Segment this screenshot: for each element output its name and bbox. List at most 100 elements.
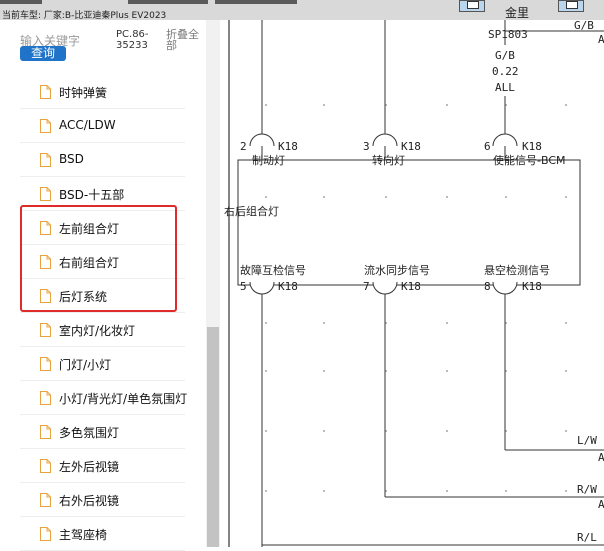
document-icon [40,119,51,133]
grid-dot [565,490,567,492]
scrollbar[interactable] [206,20,220,547]
connector-pin [249,133,275,147]
connector-id: K18 [522,280,542,293]
grid-dot [565,430,567,432]
top-toolbar: 当前车型: 厂家:B-比亚迪秦Plus EV2023 金里 [0,0,604,20]
grid-dot [446,490,448,492]
pin-function: 转向灯 [372,153,405,167]
wiring-diagram: G/B A SP1803 G/B 0.22 ALL 2 K18 制动灯 3 K1… [222,20,604,547]
wire-label: R/W [577,483,597,496]
sidebar-item[interactable]: 右外后视镜 [20,484,185,517]
sidebar-item[interactable]: 门灯/小灯 [20,348,185,381]
document-icon [40,323,51,337]
sidebar-item-label: 门灯/小灯 [59,358,112,372]
document-icon [40,153,51,167]
document-icon [40,357,51,371]
window-icon[interactable] [558,0,584,12]
document-icon [40,85,51,99]
window-label: 金里 [505,6,530,20]
grid-dot [323,370,325,372]
pin-label: A [598,498,604,511]
window-icon[interactable] [459,0,485,12]
grid-dot [265,370,267,372]
grid-dot [505,196,507,198]
doc-code: PC.86-35233 [116,29,149,51]
connector-id: K18 [278,140,298,153]
grid-dot [446,430,448,432]
sidebar-item[interactable]: 小灯/背光灯/单色氛围灯 [20,382,188,415]
sidebar-item-label: BSD-十五部 [59,188,125,202]
wire-all-label: ALL [495,81,515,94]
wire-label: L/W [577,434,597,447]
grid-dot [323,430,325,432]
grid-dot [565,196,567,198]
pin-number: 6 [484,140,491,153]
wire-label: G/B [574,20,594,32]
sidebar: 输入关键字 查询 PC.86-35233 折叠全部 时钟弹簧 ACC/LDW BSD… [0,20,222,551]
grid-dot [265,322,267,324]
connector-pin [372,133,398,147]
document-icon [40,187,51,201]
wire-size-label: 0.22 [492,65,519,78]
highlight-box [20,205,177,312]
sidebar-item[interactable]: 主驾座椅 [20,518,185,551]
document-icon [40,391,51,405]
connector-id: K18 [401,280,421,293]
grid-dot [265,430,267,432]
grid-dot [265,196,267,198]
toolbar-button-stub[interactable] [215,0,297,4]
wire-label: R/L [577,531,597,544]
connector-id: K18 [278,280,298,293]
document-icon [40,459,51,473]
sidebar-item[interactable]: 左外后视镜 [20,450,185,483]
module-label: 右后组合灯 [224,204,279,218]
sidebar-item[interactable]: 多色氛围灯 [20,416,185,449]
sidebar-item-label: 右外后视镜 [59,494,120,508]
grid-dot [565,322,567,324]
grid-dot [446,322,448,324]
sidebar-item[interactable]: 时钟弹簧 [20,76,185,109]
pin-function: 使能信号-BCM [493,153,566,167]
grid-dot [385,196,387,198]
pin-number: 5 [240,280,247,293]
grid-dot [446,104,448,106]
sidebar-item[interactable]: 室内灯/化妆灯 [20,314,185,347]
connector-pin [492,133,518,147]
pin-function: 流水同步信号 [364,263,430,277]
grid-dot [323,490,325,492]
sidebar-item-label: 室内灯/化妆灯 [59,324,136,338]
grid-dot [265,104,267,106]
pin-label: A [598,451,604,464]
wire-color-label: G/B [495,49,515,62]
document-icon [40,527,51,541]
splice-label: SP1803 [488,28,528,41]
connector-pin [249,281,275,295]
pin-function: 悬空检测信号 [484,263,550,277]
sidebar-item-label: 多色氛围灯 [59,426,120,440]
pin-number: 2 [240,140,247,153]
sidebar-item-label: 时钟弹簧 [59,86,108,100]
scrollbar-thumb[interactable] [207,327,219,547]
grid-dot [565,370,567,372]
pin-function: 故障互检信号 [240,263,306,277]
sidebar-item-label: 左外后视镜 [59,460,120,474]
grid-dot [446,370,448,372]
collapse-all-button[interactable]: 折叠全部 [166,29,206,51]
pin-label: A [598,33,604,46]
connector-pin [492,281,518,295]
connector-id: K18 [401,140,421,153]
pin-number: 3 [363,140,370,153]
grid-dot [323,196,325,198]
sidebar-item-label: 小灯/背光灯/单色氛围灯 [59,392,188,406]
sidebar-item[interactable]: BSD [20,144,185,177]
sidebar-item-label: 主驾座椅 [59,528,108,542]
toolbar-button-stub[interactable] [0,0,42,4]
wiring-diagram-svg: G/B A SP1803 G/B 0.22 ALL 2 K18 制动灯 3 K1… [224,20,604,547]
search-button[interactable]: 查询 [20,46,66,61]
connector-id: K18 [522,140,542,153]
pin-number: 7 [363,280,370,293]
connector-pin [372,281,398,295]
sidebar-item-label: ACC/LDW [59,118,116,132]
toolbar-button-stub[interactable] [128,0,208,4]
sidebar-item[interactable]: ACC/LDW [20,110,185,143]
